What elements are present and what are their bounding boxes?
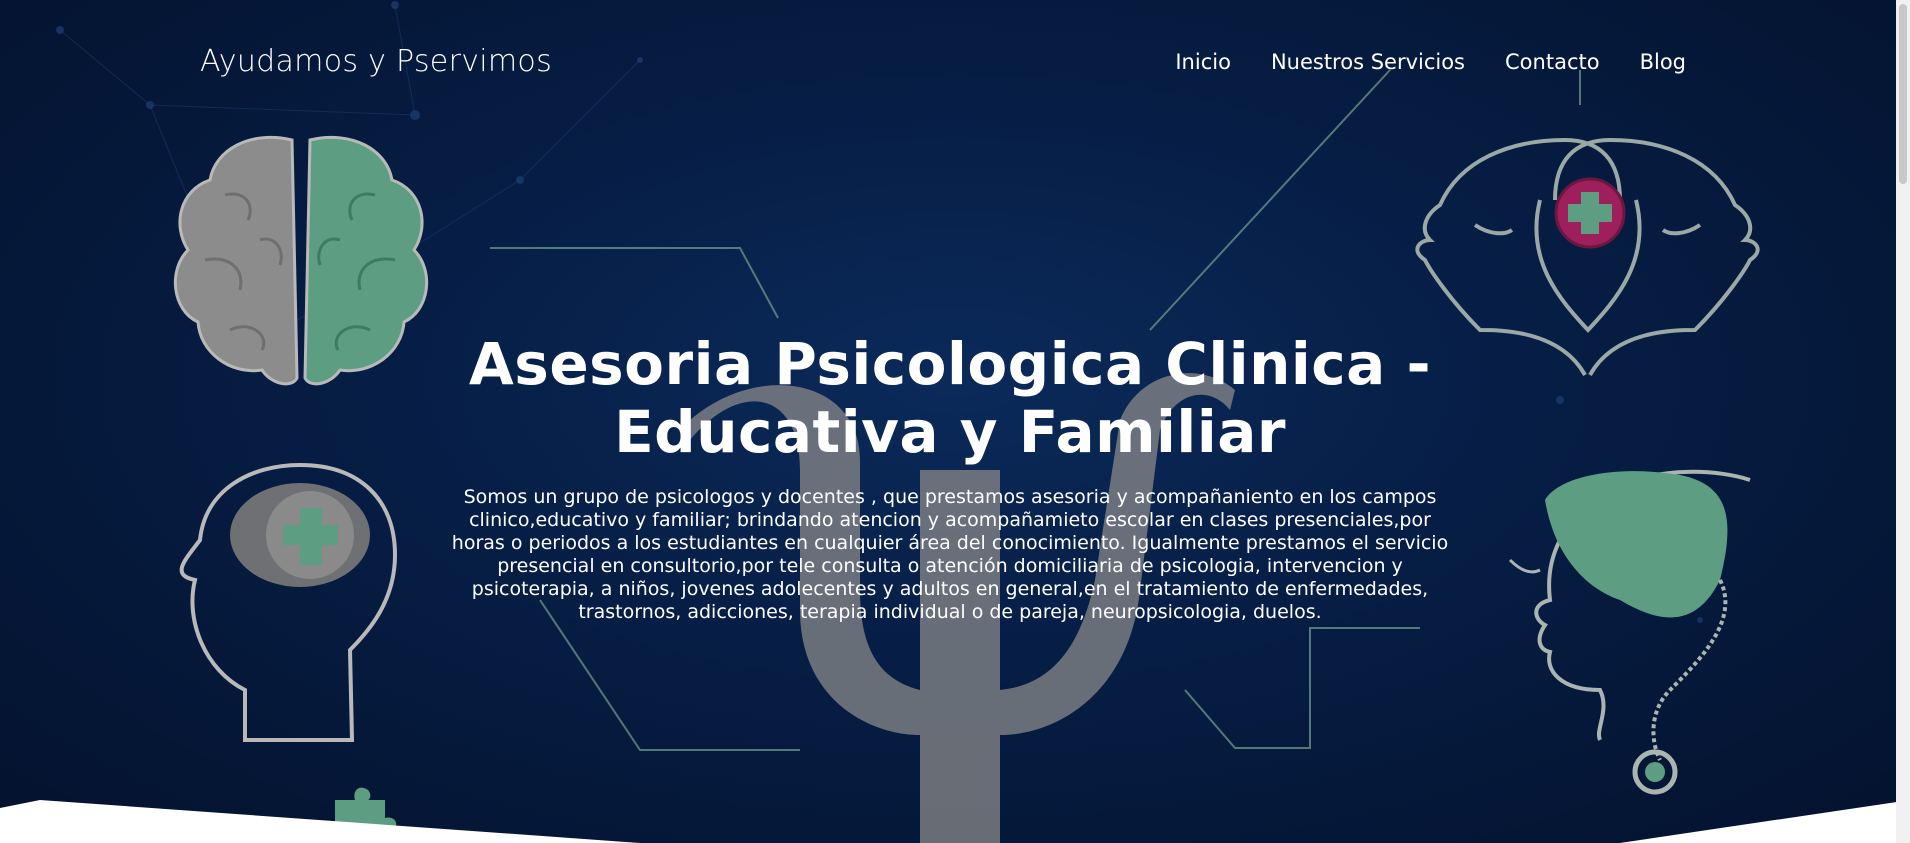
medical-cross-icon [1554, 177, 1626, 249]
nav-item-inicio[interactable]: Inicio [1175, 50, 1231, 74]
head-brain-stethoscope-icon [1508, 469, 1751, 795]
navbar: Ayudamos y Pservimos Inicio Nuestros Ser… [0, 0, 1896, 120]
scrollbar-thumb[interactable] [1899, 4, 1907, 184]
nav-item-servicios[interactable]: Nuestros Servicios [1271, 50, 1465, 74]
hero-description: Somos un grupo de psicologos y docentes … [451, 486, 1449, 623]
puzzle-icon [295, 787, 397, 843]
nav-menu: Inicio Nuestros Servicios Contacto Blog [1175, 50, 1686, 74]
head-cross-icon [179, 462, 398, 742]
hero-title: Asesoria Psicologica Clinica - Educativa… [468, 330, 1432, 466]
brand-logo[interactable]: Ayudamos y Pservimos [200, 44, 552, 79]
nav-item-contacto[interactable]: Contacto [1505, 50, 1600, 74]
hero-banner: Ayudamos y Pservimos Inicio Nuestros Ser… [0, 0, 1910, 843]
page-scrollbar[interactable] [1896, 0, 1910, 843]
brain-icon [173, 135, 429, 386]
nav-item-blog[interactable]: Blog [1640, 50, 1686, 74]
two-faces-icon [1415, 137, 1760, 376]
